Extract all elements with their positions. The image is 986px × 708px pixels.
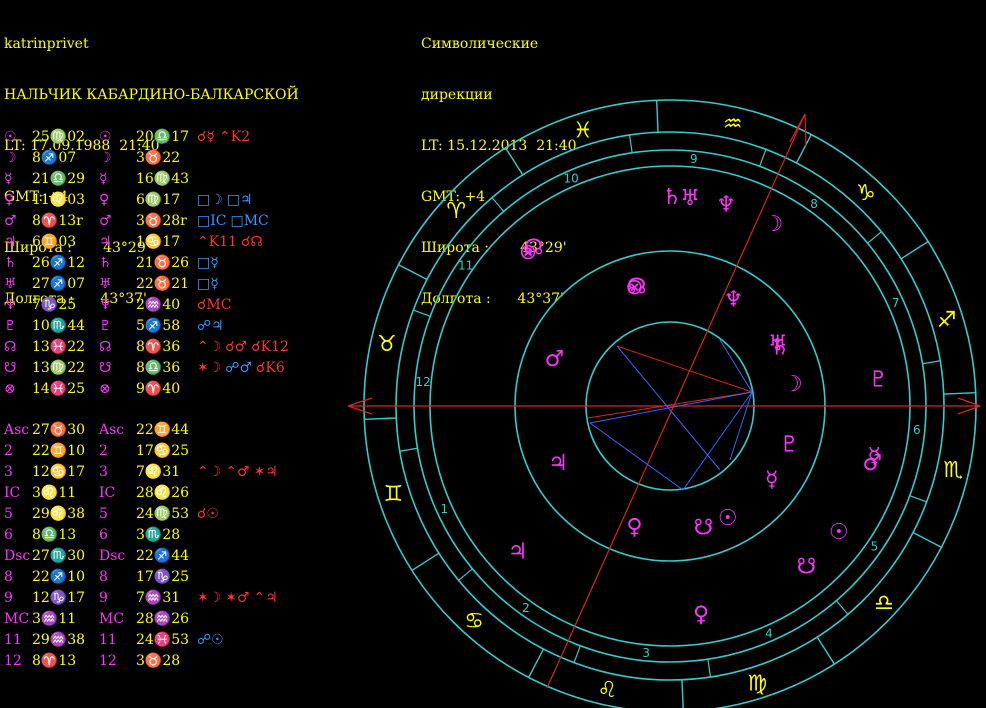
house-cusp: [759, 149, 767, 167]
house-cusp: [835, 600, 849, 615]
directed-planet-glyph: ♅: [680, 186, 700, 211]
zodiac-glyph: ♉: [377, 332, 397, 357]
zodiac-glyph: ♎: [874, 591, 894, 616]
sign-divider: [900, 240, 929, 260]
house-cusp: [867, 231, 882, 244]
zodiac-glyph: ♑: [856, 181, 876, 206]
zodiac-glyph: ♏: [943, 458, 963, 483]
natal-planet-glyph: ♆: [724, 287, 744, 312]
sign-divider: [655, 100, 659, 133]
natal-planet-glyph: ☽: [783, 372, 803, 397]
directed-planet-glyph: ♆: [716, 193, 736, 218]
aspect-line: [589, 422, 684, 491]
directed-planet-glyph: ☋: [797, 555, 817, 580]
zodiac-glyph: ♍: [747, 672, 767, 697]
house-number: 5: [871, 539, 879, 553]
sign-divider: [364, 417, 397, 421]
natal-planet-glyph: ☉: [718, 506, 738, 531]
house-number: 9: [690, 152, 698, 166]
house-cusp: [491, 197, 505, 212]
directed-planet-glyph: ☉: [829, 520, 849, 545]
house-cusp: [413, 309, 431, 317]
natal-planet-glyph: ☋: [694, 515, 714, 540]
house-number: 2: [522, 601, 530, 615]
sign-divider: [504, 147, 524, 176]
sign-divider: [795, 134, 812, 164]
directed-planet-glyph: ♇: [868, 368, 888, 393]
house-cusp: [909, 495, 927, 503]
house-number: 6: [913, 423, 921, 437]
directed-planet-glyph: ♀: [693, 603, 709, 628]
directed-planet-glyph: ♃: [508, 540, 528, 565]
aspect-line: [616, 345, 721, 471]
zodiac-glyph: ♊: [384, 482, 404, 507]
natal-planet-glyph: ♂: [545, 347, 565, 372]
house-number: 8: [810, 197, 818, 211]
natal-planet-glyph: ♃: [548, 451, 568, 476]
natal-planet-glyph: ♇: [779, 433, 799, 458]
zodiac-glyph: ♒: [723, 112, 743, 137]
natal-planet-glyph: ⊗: [625, 275, 643, 300]
house-cusp: [922, 360, 941, 365]
zodiac-glyph: ♌: [597, 678, 617, 703]
directed-planet-glyph: ♂: [862, 451, 882, 476]
house-number: 12: [416, 375, 431, 389]
directed-planet-glyph: ⊗: [519, 240, 537, 265]
sign-divider: [943, 391, 976, 395]
house-number: 11: [458, 259, 473, 273]
zodiac-glyph: ♈: [446, 199, 466, 224]
aspect-line: [616, 345, 753, 393]
directed-planet-glyph: ♄: [662, 185, 682, 210]
aspect-line: [589, 391, 753, 424]
house-cusp: [399, 447, 418, 452]
sign-divider: [398, 264, 428, 281]
house-cusp: [458, 568, 473, 581]
sign-divider: [528, 648, 545, 678]
natal-planet-glyph: ♄: [770, 335, 790, 360]
sign-divider: [912, 531, 942, 548]
zodiac-glyph: ♐: [937, 308, 957, 333]
chart-wheel: 123456789101112♓ ♒♑♐♏♎♍♌♋♊♉♈ ♆♅♄☽♇☿♂☉☋♀♃☊⊗…: [347, 99, 981, 708]
house-cusp: [573, 645, 581, 663]
zodiac-glyph: ♓: [573, 118, 593, 143]
house-number: 3: [642, 646, 650, 660]
natal-planet-glyph: ☿: [765, 468, 779, 493]
directed-planet-glyph: ☽: [764, 212, 784, 237]
aspect-line: [719, 339, 753, 393]
house-cusp: [707, 659, 712, 678]
house-number: 1: [441, 502, 449, 516]
zodiac-glyph: ♋: [464, 609, 484, 634]
house-number: 10: [563, 172, 578, 186]
house-number: 7: [892, 296, 900, 310]
house-number: 4: [765, 626, 773, 640]
sign-divider: [816, 636, 836, 665]
natal-planet-glyph: ♀: [626, 515, 642, 540]
sign-divider: [681, 679, 684, 708]
sign-divider: [411, 552, 440, 572]
house-cusp: [628, 134, 633, 153]
